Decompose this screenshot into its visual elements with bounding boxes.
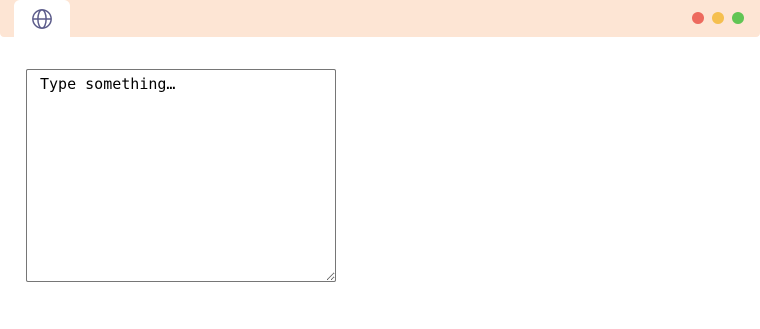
maximize-window-button[interactable] [732, 12, 744, 24]
page-content [0, 37, 760, 329]
close-window-button[interactable] [692, 12, 704, 24]
globe-icon [30, 7, 54, 31]
window-controls [692, 12, 744, 24]
browser-window [0, 0, 760, 329]
title-bar [0, 0, 760, 37]
minimize-window-button[interactable] [712, 12, 724, 24]
browser-tab[interactable] [14, 0, 70, 37]
text-input-area[interactable] [26, 69, 336, 282]
